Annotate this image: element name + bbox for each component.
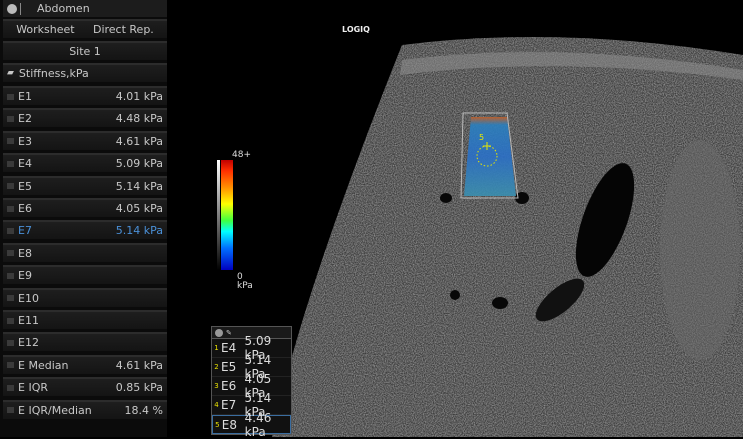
checkbox-icon (7, 115, 14, 122)
worksheet-button[interactable]: Worksheet (16, 21, 74, 38)
result-index: 3 (214, 382, 219, 390)
circle-icon (215, 328, 223, 337)
checkbox-icon (7, 362, 14, 369)
measurement-row[interactable]: E1 4.01 kPa (3, 86, 167, 105)
measurement-results-table: ✎ 1 E4 5.09 kPa 2 E5 5.14 kPa 3 E6 4.05 kPa 4 E7 5.… (211, 326, 292, 439)
measurement-value: 4.05 kPa (115, 202, 163, 215)
measurement-row[interactable]: E8 (3, 242, 167, 262)
checkbox-icon (7, 227, 14, 234)
measurement-value: 18.4 % (124, 403, 163, 417)
roi-marker: 5 (479, 133, 485, 142)
measurement-label: E IQR (18, 381, 48, 395)
measurement-value: 5.14 kPa (115, 179, 163, 193)
measurement-label: E2 (18, 112, 32, 126)
measurement-label: E12 (18, 336, 39, 350)
color-scale-bar (221, 160, 233, 270)
result-index: 4 (214, 401, 219, 409)
colorbar-unit: kPa (237, 281, 253, 291)
measurement-row[interactable]: E11 (3, 310, 167, 329)
measurement-row[interactable]: E5 5.14 kPa (3, 175, 167, 195)
circle-icon (7, 3, 17, 14)
edit-icon: ✎ (226, 328, 232, 337)
measurement-label: E1 (18, 90, 32, 103)
checkbox-icon (7, 183, 14, 190)
measurement-value: 4.48 kPa (115, 112, 163, 126)
measurement-row[interactable]: E IQR 0.85 kPa (3, 377, 167, 397)
measurement-row[interactable]: E Median 4.61 kPa (3, 354, 167, 374)
measurement-row[interactable]: E3 4.61 kPa (3, 130, 167, 150)
measurement-label: E6 (18, 202, 32, 215)
measurement-label: E4 (18, 157, 32, 171)
measurement-row[interactable]: E2 4.48 kPa (3, 108, 167, 128)
measurement-row[interactable]: E IQR/Median 18.4 % (3, 399, 167, 419)
measurement-row[interactable]: E9 (3, 265, 167, 285)
measurement-label: E7 (18, 224, 32, 238)
colorbar-max: 48+ (232, 150, 251, 160)
result-index: 2 (214, 363, 219, 371)
stiffness-group[interactable]: ▰ Stiffness,kPa (3, 63, 167, 82)
measurement-value: 5.09 kPa (115, 157, 163, 171)
exam-title: Abdomen (37, 2, 90, 15)
measurement-label: E Median (18, 358, 69, 372)
checkbox-icon (7, 93, 14, 100)
measurement-row[interactable]: E4 5.09 kPa (3, 153, 167, 173)
measurement-sidebar: Abdomen Worksheet Direct Rep. Site 1 ▰ St… (0, 0, 167, 437)
measurement-value: 5.14 kPa (115, 224, 163, 238)
measurement-value: 4.01 kPa (115, 90, 163, 103)
checkbox-icon (7, 384, 14, 391)
checkbox-icon (7, 407, 14, 414)
checkbox-icon (7, 250, 14, 257)
measurement-label: E11 (18, 314, 39, 327)
measurement-label: E8 (18, 246, 32, 260)
measurement-value: 4.61 kPa (115, 134, 163, 148)
checkbox-icon (7, 160, 14, 167)
group-label: Stiffness,kPa (18, 67, 89, 80)
checkbox-icon (7, 339, 14, 346)
measurement-row[interactable]: E7 5.14 kPa (3, 220, 167, 240)
measurement-row[interactable]: E10 (3, 287, 167, 307)
gray-scale-bar (217, 160, 220, 270)
checkbox-icon (7, 295, 14, 302)
measurement-label: E5 (18, 179, 32, 193)
result-label: E4 (221, 341, 237, 355)
measurement-value: 0.85 kPa (115, 381, 163, 395)
result-label: E5 (221, 360, 237, 374)
measurement-label: E10 (18, 291, 39, 305)
checkbox-icon (7, 317, 14, 324)
elastography-roi-fill (464, 117, 516, 196)
measurement-label: E3 (18, 134, 32, 148)
checkbox-icon (7, 205, 14, 212)
result-label: E8 (221, 417, 238, 432)
exam-title-bar[interactable]: Abdomen (3, 0, 167, 17)
measurement-row[interactable]: E6 4.05 kPa (3, 198, 167, 217)
result-value: 4.46 kPa (244, 410, 272, 439)
result-index: 5 (215, 420, 220, 429)
checkbox-icon (7, 272, 14, 279)
direct-report-button[interactable]: Direct Rep. (93, 21, 154, 38)
site-label: Site 1 (69, 45, 101, 58)
folder-icon: ▰ (7, 68, 14, 78)
result-label: E6 (221, 379, 237, 393)
report-tabs: Worksheet Direct Rep. (3, 19, 167, 38)
measurement-label: E9 (18, 269, 32, 283)
site-selector[interactable]: Site 1 (3, 41, 167, 60)
logo: LOGIQ (342, 25, 370, 34)
result-label: E7 (221, 398, 237, 412)
measurement-row[interactable]: E12 (3, 332, 167, 352)
measurement-label: E IQR/Median (18, 403, 92, 417)
result-row[interactable]: 5 E8 4.46 kPa (212, 411, 291, 439)
result-index: 1 (214, 344, 219, 352)
checkbox-icon (7, 138, 14, 145)
measurement-value: 4.61 kPa (115, 358, 163, 372)
